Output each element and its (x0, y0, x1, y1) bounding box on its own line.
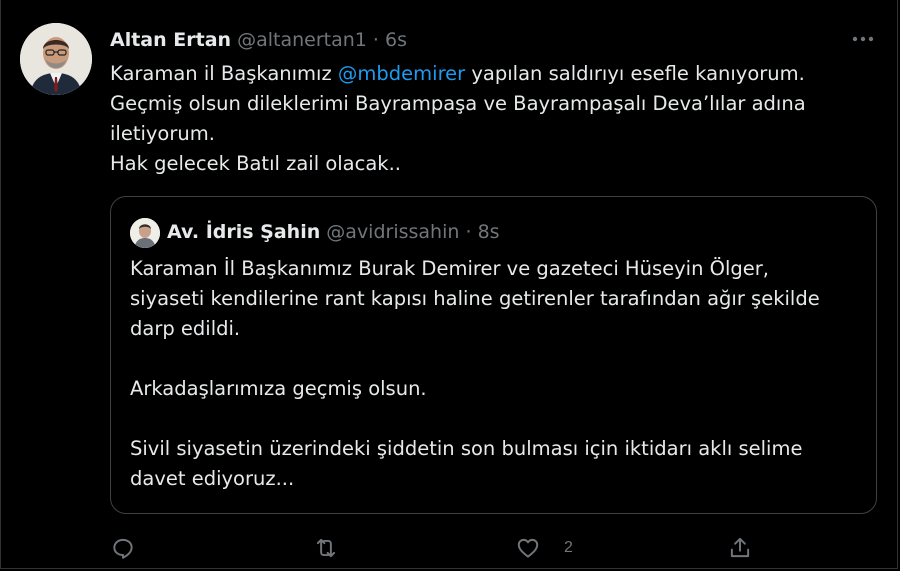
share-icon (730, 537, 750, 558)
quoted-time[interactable]: 8s (478, 221, 500, 243)
more-options-icon[interactable] (849, 27, 877, 51)
tweet[interactable]: Altan Ertan @altanertan1 · 6s Karaman il… (0, 0, 898, 569)
quoted-line: Sivil siyasetin üzerindeki şiddetin son … (130, 437, 803, 460)
quoted-line: siyaseti kendilerine rant kapısı haline … (130, 287, 820, 310)
quoted-author-name[interactable]: Av. İdris Şahin (167, 221, 320, 243)
tweet-header: Altan Ertan @altanertan1 · 6s (110, 27, 407, 53)
quoted-author-handle[interactable]: @avidrissahin (326, 221, 459, 243)
separator-dot: · (465, 221, 472, 243)
tweet-text: Karaman il Başkanımız @mbdemirer yapılan… (110, 59, 870, 179)
reply-button[interactable] (110, 534, 136, 562)
tweet-line: Geçmiş olsun dileklerimi Bayrampaşa ve B… (110, 92, 806, 115)
quoted-line: davet ediyoruz... (130, 467, 295, 490)
author-name[interactable]: Altan Ertan (110, 29, 231, 51)
quoted-line: Karaman İl Başkanımız Burak Demirer ve g… (130, 257, 769, 280)
quoted-tweet[interactable]: Av. İdris Şahin @avidrissahin · 8s Karam… (110, 196, 877, 514)
heart-icon (517, 538, 539, 558)
like-button[interactable]: 2 (515, 534, 573, 562)
author-avatar[interactable] (20, 23, 92, 95)
reply-icon (113, 538, 133, 559)
quoted-avatar-image (130, 218, 160, 248)
tweet-time[interactable]: 6s (385, 29, 407, 51)
retweet-button[interactable] (313, 534, 339, 562)
share-button[interactable] (727, 534, 753, 562)
mention-link[interactable]: @mbdemirer (338, 62, 465, 85)
author-handle[interactable]: @altanertan1 (237, 29, 367, 51)
like-count: 2 (564, 539, 573, 556)
author-avatar-image (20, 23, 92, 95)
quoted-line: darp edildi. (130, 317, 241, 340)
quoted-text: Karaman İl Başkanımız Burak Demirer ve g… (130, 254, 860, 494)
tweet-line: iletiyorum. (110, 122, 215, 145)
quoted-author-avatar[interactable] (130, 218, 160, 248)
tweet-line: Karaman il Başkanımız @mbdemirer yapılan… (110, 62, 805, 85)
tweet-line: Hak gelecek Batıl zail olacak.. (110, 152, 401, 175)
separator-dot: · (372, 29, 379, 51)
quoted-line: Arkadaşlarımıza geçmiş olsun. (130, 377, 427, 400)
retweet-icon (316, 538, 336, 558)
quoted-header: Av. İdris Şahin @avidrissahin · 8s (167, 219, 500, 245)
